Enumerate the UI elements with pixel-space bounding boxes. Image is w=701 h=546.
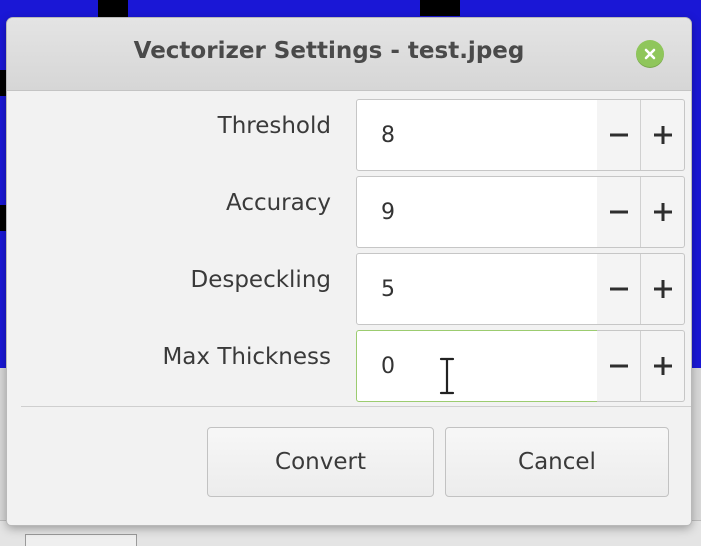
threshold-label: Threshold: [217, 113, 331, 139]
despeckling-label: Despeckling: [190, 267, 331, 293]
text-cursor-icon: [438, 356, 456, 396]
plus-icon[interactable]: [641, 177, 684, 247]
background-shape: [98, 0, 128, 18]
minus-icon[interactable]: [597, 177, 641, 247]
threshold-stepper: [597, 99, 685, 171]
background-shape: [420, 0, 460, 16]
accuracy-stepper: [597, 176, 685, 248]
cancel-button[interactable]: Cancel: [445, 427, 669, 497]
accuracy-input[interactable]: 9: [356, 176, 598, 248]
convert-button[interactable]: Convert: [207, 427, 434, 497]
plus-icon[interactable]: [641, 331, 684, 401]
minus-icon[interactable]: [597, 100, 641, 170]
accuracy-row: Accuracy 9: [7, 168, 691, 248]
plus-icon[interactable]: [641, 100, 684, 170]
max-thickness-row: Max Thickness 0: [7, 322, 691, 402]
background-field: [25, 534, 137, 546]
despeckling-stepper: [597, 253, 685, 325]
max-thickness-label: Max Thickness: [162, 344, 331, 370]
dialog-title: Vectorizer Settings - test.jpeg: [133, 38, 525, 64]
max-thickness-stepper: [597, 330, 685, 402]
threshold-input[interactable]: 8: [356, 99, 598, 171]
despeckling-row: Despeckling 5: [7, 245, 691, 325]
despeckling-input[interactable]: 5: [356, 253, 598, 325]
minus-icon[interactable]: [597, 331, 641, 401]
vectorizer-settings-dialog: Vectorizer Settings - test.jpeg Threshol…: [7, 18, 691, 525]
close-icon[interactable]: [636, 40, 664, 68]
accuracy-label: Accuracy: [225, 190, 331, 216]
dialog-titlebar[interactable]: Vectorizer Settings - test.jpeg: [7, 18, 691, 91]
plus-icon[interactable]: [641, 254, 684, 324]
max-thickness-input[interactable]: 0: [356, 330, 598, 402]
threshold-row: Threshold 8: [7, 91, 691, 171]
minus-icon[interactable]: [597, 254, 641, 324]
dialog-separator: [21, 406, 691, 407]
